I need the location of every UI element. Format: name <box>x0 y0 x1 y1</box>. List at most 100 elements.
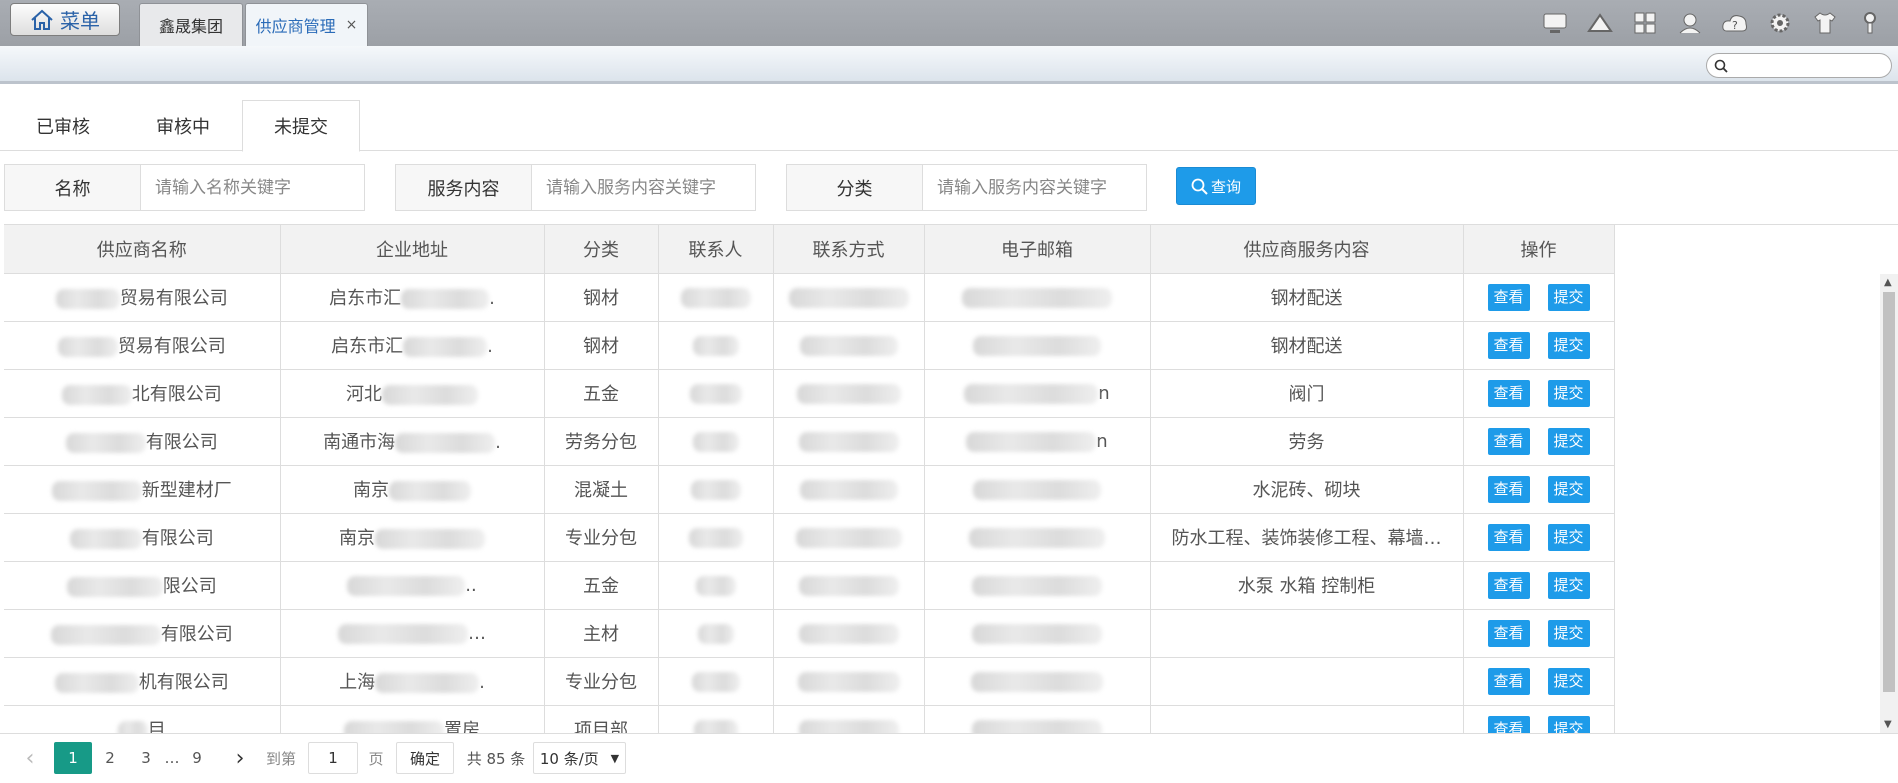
tab-supplier-management[interactable]: 供应商管理 × <box>245 3 368 46</box>
global-search-input[interactable] <box>1706 53 1892 78</box>
view-button[interactable]: 查看 <box>1487 427 1530 455</box>
key-icon[interactable] <box>1855 8 1884 37</box>
column-header: 供应商名称 <box>4 225 281 274</box>
redacted-text <box>375 673 480 693</box>
view-button[interactable]: 查看 <box>1487 331 1530 359</box>
gear-icon[interactable] <box>1765 8 1794 37</box>
redacted-text <box>798 719 899 733</box>
submit-button[interactable]: 提交 <box>1547 523 1590 551</box>
page-size-select[interactable]: 10 条/页 ▼ <box>533 742 626 774</box>
submit-button[interactable]: 提交 <box>1547 331 1590 359</box>
query-button[interactable]: 查询 <box>1176 167 1256 205</box>
cell-text: 南京 <box>339 528 375 549</box>
scroll-up-icon[interactable]: ▲ <box>1884 277 1892 288</box>
phone-cell <box>773 321 925 370</box>
view-button[interactable]: 查看 <box>1487 379 1530 407</box>
scroll-thumb[interactable] <box>1883 292 1895 692</box>
actions-cell: 查看 提交 <box>1463 369 1615 418</box>
redacted-text <box>117 721 148 733</box>
actions-cell: 查看 提交 <box>1463 321 1615 370</box>
cell-text: 劳务 <box>1288 432 1325 453</box>
view-button[interactable]: 查看 <box>1487 667 1530 695</box>
redacted-text <box>973 479 1101 500</box>
status-tabs: 已审核 审核中 未提交 <box>0 100 1898 152</box>
phone-cell <box>773 369 925 418</box>
goto-confirm-button[interactable]: 确定 <box>396 742 454 774</box>
contact-cell <box>658 657 774 706</box>
submit-button[interactable]: 提交 <box>1547 571 1590 599</box>
column-header: 分类 <box>544 225 659 274</box>
user-icon[interactable] <box>1675 8 1704 37</box>
actions-cell: 查看 提交 <box>1463 465 1615 514</box>
table-row: 贸易有限公司 启东市汇. 钢材 钢材配送 查看 提交 <box>4 273 1615 322</box>
supplier-name-cell: 有限公司 <box>4 609 281 658</box>
table-row: 限公司.. 五金 水泵 水箱 控制柜 查看 提交 <box>4 561 1615 610</box>
menu-button[interactable]: 菜单 <box>10 3 120 36</box>
email-cell <box>924 513 1151 562</box>
apps-icon[interactable] <box>1630 8 1659 37</box>
total-count: 共 85 条 <box>466 749 526 768</box>
cell-text: . <box>489 288 495 309</box>
column-header: 企业地址 <box>280 225 545 274</box>
cell-text: 上海 <box>339 672 376 693</box>
table-scrollbar[interactable]: ▲ ▼ <box>1880 274 1898 733</box>
submit-button[interactable]: 提交 <box>1547 283 1590 311</box>
tab-in-review[interactable]: 审核中 <box>126 100 240 151</box>
cell-text: 五金 <box>583 576 619 597</box>
category-filter-label: 分类 <box>787 165 923 210</box>
shirt-icon[interactable] <box>1810 8 1839 37</box>
service-filter-input[interactable] <box>532 165 754 210</box>
supplier-name-cell: 有限公司 <box>4 417 281 466</box>
redacted-text <box>788 287 909 308</box>
page-3-button[interactable]: 3 <box>132 742 160 774</box>
view-button[interactable]: 查看 <box>1487 523 1530 551</box>
tab-group[interactable]: 鑫晟集团 <box>139 3 243 46</box>
page-9-button[interactable]: 9 <box>183 742 211 774</box>
category-cell: 五金 <box>544 561 659 610</box>
cell-text: 钢材 <box>583 336 619 357</box>
submit-button[interactable]: 提交 <box>1547 715 1590 733</box>
monitor-icon[interactable] <box>1540 8 1569 37</box>
cloud-service-icon[interactable] <box>1585 8 1614 37</box>
submit-button[interactable]: 提交 <box>1547 667 1590 695</box>
submit-button[interactable]: 提交 <box>1547 619 1590 647</box>
tab-approved[interactable]: 已审核 <box>8 100 118 151</box>
close-icon[interactable]: × <box>346 17 358 33</box>
service-cell <box>1150 705 1464 733</box>
submit-button[interactable]: 提交 <box>1547 427 1590 455</box>
category-cell: 专业分包 <box>544 513 659 562</box>
redacted-text <box>688 527 743 548</box>
view-button[interactable]: 查看 <box>1487 283 1530 311</box>
submit-button[interactable]: 提交 <box>1547 379 1590 407</box>
cell-text: 有限公司 <box>145 432 218 453</box>
view-button[interactable]: 查看 <box>1487 619 1530 647</box>
category-filter-input[interactable] <box>923 165 1145 210</box>
redacted-text <box>401 289 490 309</box>
cell-text: n <box>1096 430 1108 452</box>
submit-button[interactable]: 提交 <box>1547 475 1590 503</box>
page-1-button[interactable]: 1 <box>54 742 92 774</box>
view-button[interactable]: 查看 <box>1487 571 1530 599</box>
cell-text: 北有限公司 <box>131 384 222 405</box>
help-cloud-icon[interactable]: ? <box>1720 8 1749 37</box>
scroll-down-icon[interactable]: ▼ <box>1884 719 1892 730</box>
next-page-button[interactable]: › <box>228 742 252 774</box>
tab-not-submitted[interactable]: 未提交 <box>242 100 360 152</box>
goto-page-input[interactable]: 1 <box>308 742 358 774</box>
redacted-text <box>796 383 901 404</box>
view-button[interactable]: 查看 <box>1487 475 1530 503</box>
email-cell <box>924 609 1151 658</box>
name-filter-input[interactable] <box>141 165 363 210</box>
view-button[interactable]: 查看 <box>1487 715 1530 733</box>
menu-label: 菜单 <box>60 9 100 33</box>
page-2-button[interactable]: 2 <box>96 742 124 774</box>
service-cell: 钢材配送 <box>1150 273 1464 322</box>
redacted-text <box>395 433 496 453</box>
category-filter: 分类 <box>786 164 1147 211</box>
prev-page-button[interactable]: ‹ <box>18 742 42 774</box>
redacted-text <box>972 719 1102 733</box>
table-row: 贸易有限公司 启东市汇. 钢材 钢材配送 查看 提交 <box>4 321 1615 370</box>
cell-text: 置房 <box>444 720 480 733</box>
redacted-text <box>690 479 741 500</box>
supplier-name-cell: 限公司 <box>4 561 281 610</box>
